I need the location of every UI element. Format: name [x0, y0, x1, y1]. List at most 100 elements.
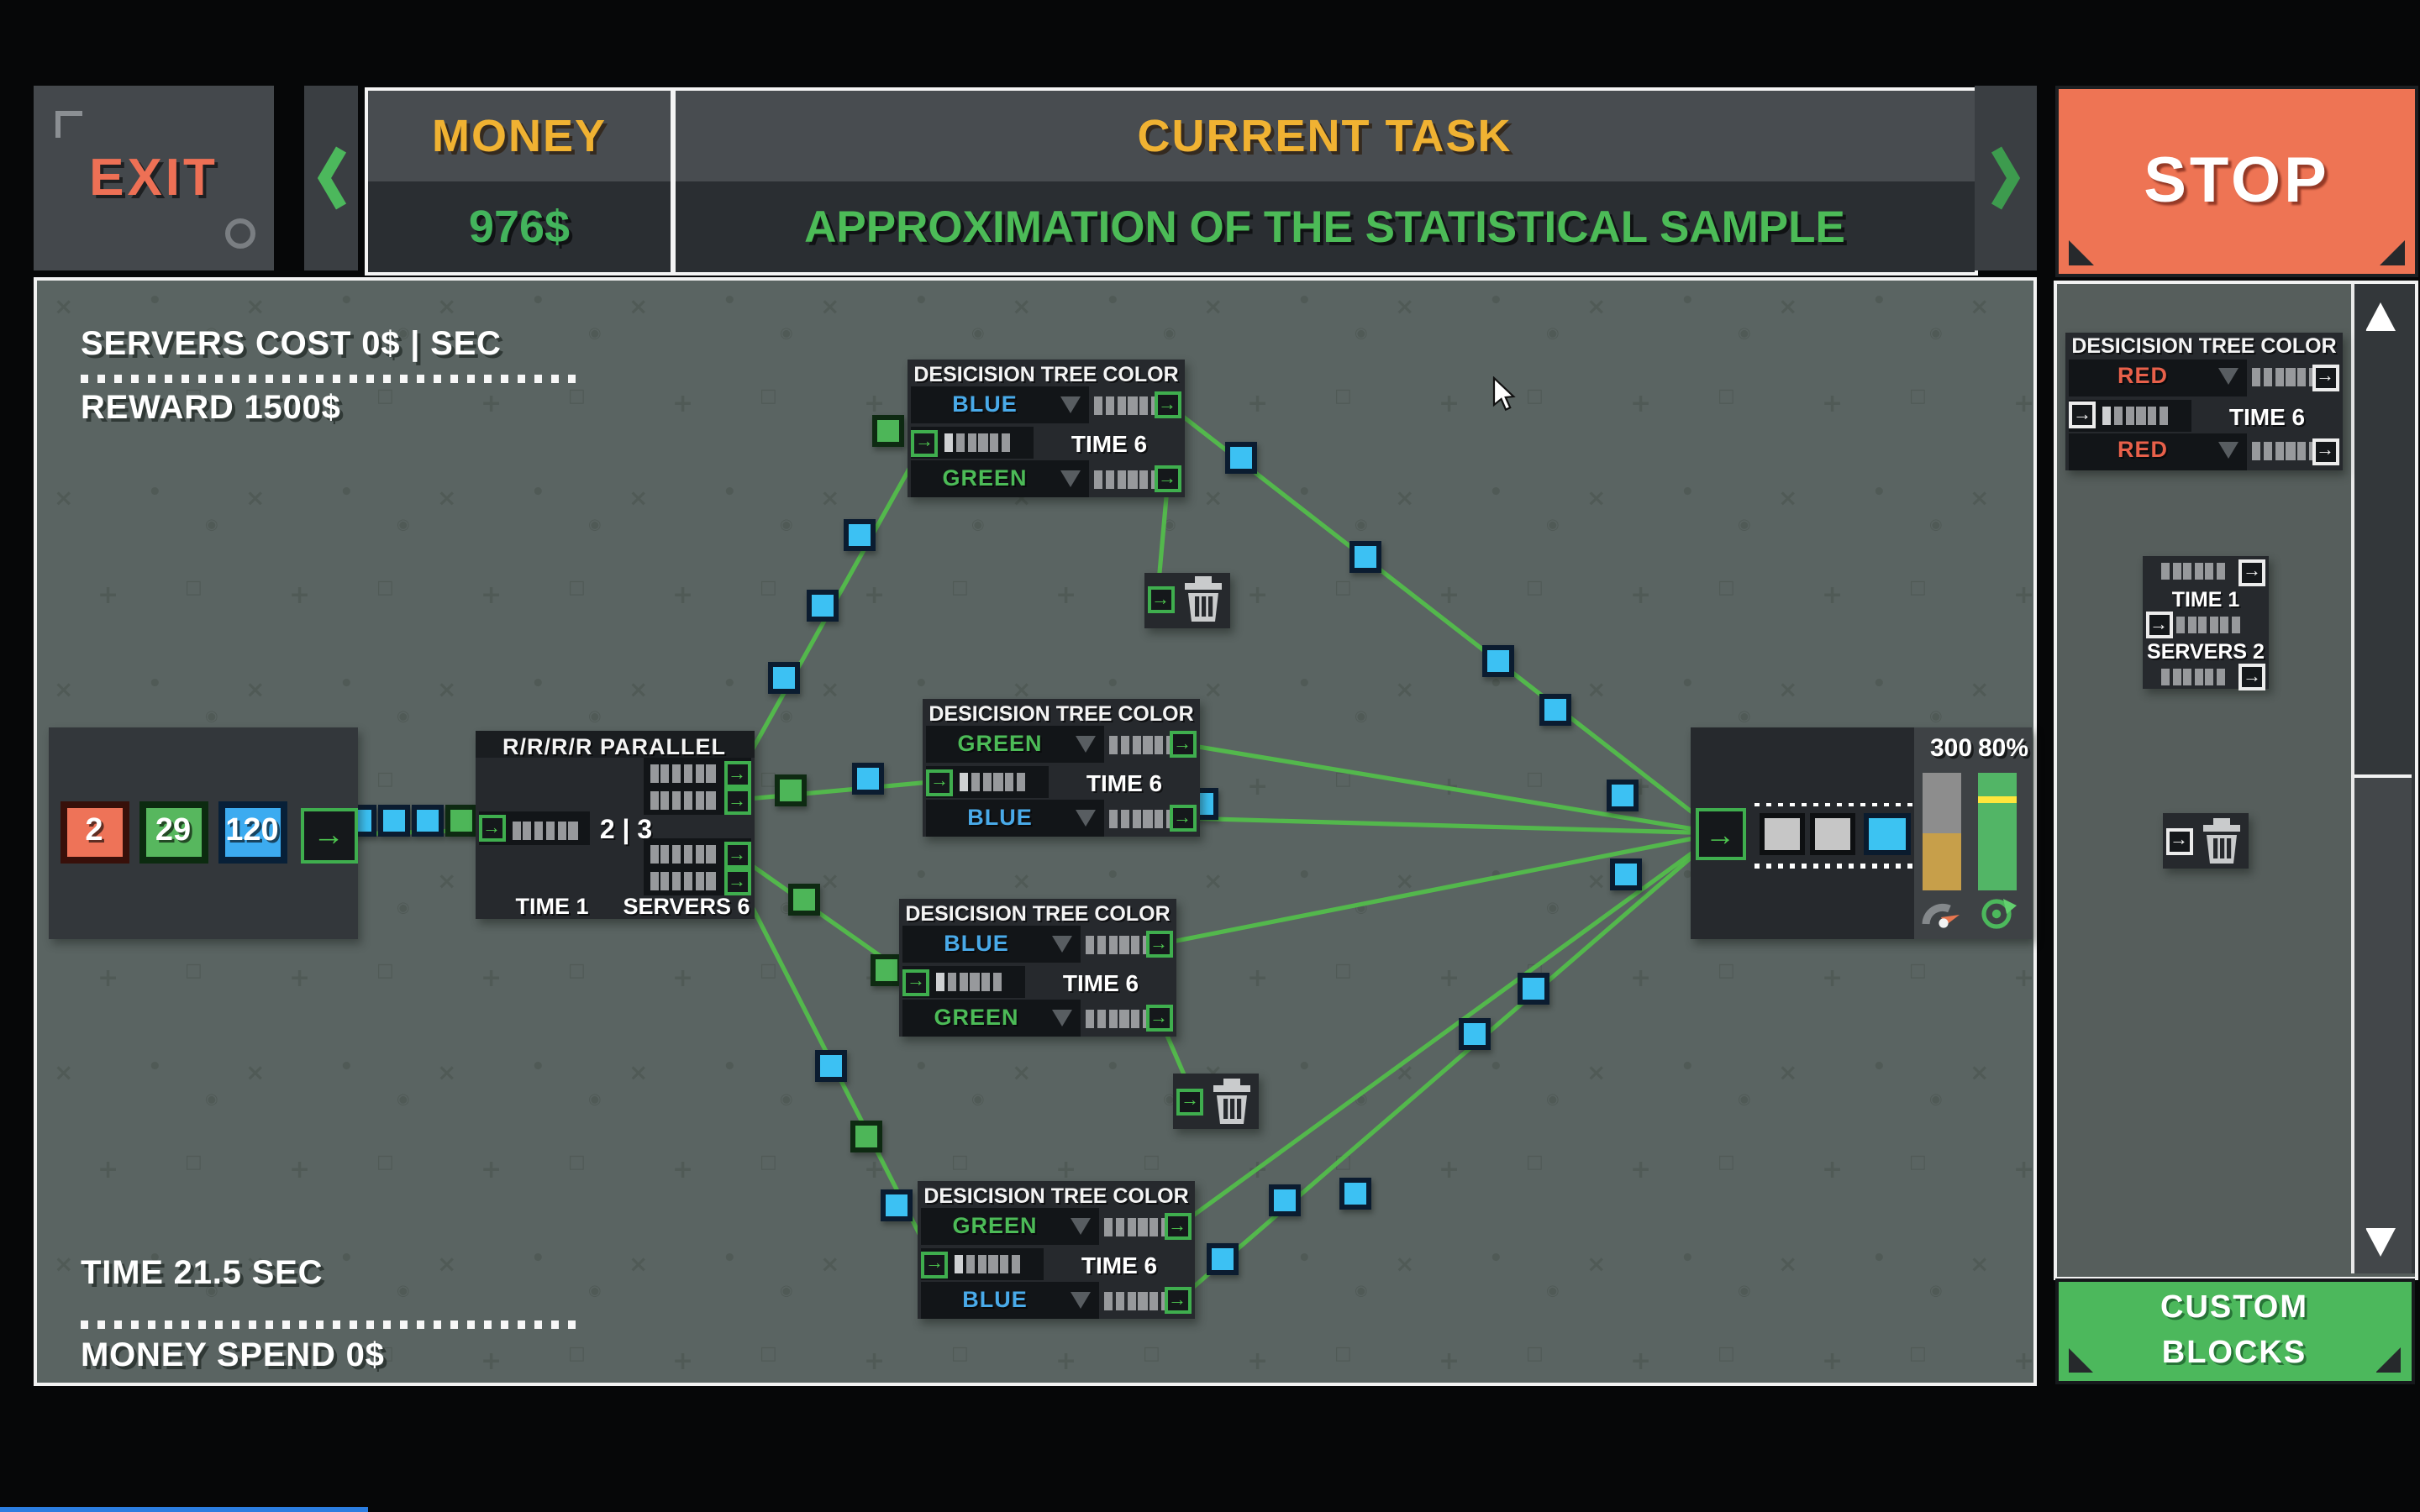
output-port-icon[interactable]: → [1145, 1005, 1172, 1032]
sidebar-decision-tree-node[interactable]: DESICISION TREE COLOR RED → → TIME 6 RED… [2065, 332, 2343, 470]
custom-blocks-button[interactable]: CUSTOM BLOCKS [2054, 1278, 2414, 1384]
trash-block[interactable]: → [1173, 1074, 1259, 1129]
exit-button[interactable]: EXIT [34, 86, 274, 270]
corner-triangle-icon [2068, 1347, 2093, 1373]
trash-block[interactable]: → [1144, 572, 1229, 627]
input-port-icon[interactable]: → [2069, 402, 2096, 428]
data-packet-blue [1339, 1177, 1370, 1209]
dropdown-triangle-icon[interactable] [1076, 735, 1096, 752]
dropdown-triangle-icon[interactable] [2218, 442, 2238, 459]
branch-label: BLUE [926, 804, 1074, 829]
progress-bar [2176, 617, 2240, 633]
output-port-icon[interactable]: → [1154, 465, 1181, 492]
scrollbar-thumb[interactable] [2354, 778, 2411, 1273]
input-port-icon[interactable]: → [911, 429, 938, 456]
data-packet-blue [1539, 693, 1570, 725]
progress-bar [512, 821, 577, 839]
dropdown-triangle-icon[interactable] [1060, 470, 1081, 486]
output-port-icon[interactable]: → [2312, 364, 2338, 391]
parallel-block[interactable]: R/R/R/R PARALLEL → 2 | 3 → → → → TIME 1 … [475, 731, 754, 919]
dropdown-triangle-icon[interactable] [2218, 368, 2238, 385]
chevron-left-icon [316, 144, 346, 212]
output-port-icon[interactable]: → [1164, 1213, 1191, 1240]
data-packet-blue [1268, 1184, 1300, 1215]
stop-button[interactable]: STOP [2055, 86, 2418, 277]
data-packet-green [870, 953, 902, 985]
time-text: TIME 21.5 SEC [81, 1255, 323, 1294]
collapse-left-button[interactable] [304, 86, 358, 270]
output-port-icon[interactable]: → [1154, 391, 1181, 418]
current-task-title: APPROXIMATION OF THE STATISTICAL SAMPLE [675, 181, 1975, 272]
output-port-icon[interactable]: → [723, 869, 750, 895]
output-port-icon[interactable]: → [723, 788, 750, 815]
output-port-icon[interactable]: → [2312, 438, 2338, 465]
input-port-icon[interactable]: → [1147, 586, 1174, 613]
output-port-icon[interactable]: → [300, 807, 357, 863]
time-label: TIME 1 [2143, 588, 2269, 612]
dropdown-triangle-icon[interactable] [1071, 1291, 1091, 1308]
progress-bar [2102, 406, 2168, 424]
progress-bar [1104, 1217, 1170, 1236]
progress-bar [2161, 563, 2225, 580]
input-badge-red: 2 [60, 801, 129, 863]
dropdown-triangle-icon[interactable] [1052, 1009, 1072, 1026]
progress-bar [650, 845, 715, 864]
dropdown-triangle-icon[interactable] [1060, 396, 1081, 412]
trash-icon [1182, 576, 1223, 623]
progress-bar [960, 773, 1025, 791]
data-packet-blue [411, 804, 443, 836]
input-port-icon[interactable]: → [926, 769, 953, 795]
decision-tree-node[interactable]: DESICISION TREE COLOR GREEN → → TIME 6 B… [918, 1181, 1195, 1319]
dropdown-triangle-icon[interactable] [1076, 809, 1096, 826]
decision-tree-node[interactable]: DESICISION TREE COLOR BLUE → → TIME 6 GR… [908, 360, 1185, 497]
progress-bar [944, 433, 1010, 452]
progress-bar [936, 973, 1002, 991]
data-packet-green [850, 1120, 881, 1152]
progress-bar [650, 872, 715, 890]
stop-label: STOP [2144, 145, 2330, 218]
output-port-icon[interactable]: → [1145, 931, 1172, 958]
output-port-icon[interactable]: → [1164, 1287, 1191, 1314]
input-port-icon[interactable]: → [2165, 827, 2192, 854]
output-port-icon[interactable]: → [1169, 731, 1196, 758]
input-port-icon[interactable]: → [1176, 1088, 1203, 1115]
input-port-icon[interactable]: → [902, 969, 929, 995]
progress-bar [2161, 669, 2225, 685]
data-packet-blue [377, 804, 409, 836]
accuracy-target-line [1977, 796, 2016, 803]
time-label: TIME 6 [2200, 402, 2334, 429]
output-port-icon[interactable]: → [2238, 559, 2265, 585]
node-title: DESICISION TREE COLOR [2065, 334, 2343, 358]
output-result-block[interactable]: → 300 80% [1691, 727, 2031, 939]
input-source-block[interactable]: 2 29 120 → [48, 727, 357, 939]
block-title: R/R/R/R PARALLEL [475, 733, 754, 759]
input-port-icon[interactable]: → [921, 1251, 948, 1278]
custom-blocks-label-1: CUSTOM [2160, 1287, 2308, 1331]
money-value: 976$ [368, 181, 671, 272]
queue-slot [1864, 813, 1910, 854]
input-port-icon[interactable]: → [2145, 612, 2172, 638]
node-title: DESICISION TREE COLOR [923, 701, 1200, 725]
decision-tree-node[interactable]: DESICISION TREE COLOR GREEN → → TIME 6 B… [923, 699, 1200, 837]
output-port-icon[interactable]: → [723, 761, 750, 788]
progress-bar [650, 764, 715, 783]
sidebar-trash-block[interactable]: → [2162, 813, 2248, 869]
output-port-icon[interactable]: → [2238, 664, 2265, 690]
speedometer-icon [1921, 900, 1961, 928]
branch-label: GREEN [921, 1212, 1069, 1237]
output-port-icon[interactable]: → [1169, 805, 1196, 832]
branch-label: RED [2069, 363, 2217, 388]
data-packet-blue [1517, 972, 1549, 1004]
branch-label: GREEN [911, 465, 1059, 490]
servers-cost-text: SERVERS COST 0$ | SEC [81, 326, 502, 365]
input-port-icon[interactable]: → [1695, 808, 1745, 860]
sidebar-server-block[interactable]: → TIME 1 → SERVERS 2 → [2143, 556, 2269, 689]
collapse-right-button[interactable] [1975, 86, 2037, 270]
decision-tree-node[interactable]: DESICISION TREE COLOR BLUE → → TIME 6 GR… [899, 899, 1176, 1037]
input-port-icon[interactable]: → [478, 815, 505, 842]
dropdown-triangle-icon[interactable] [1052, 935, 1072, 952]
dropdown-triangle-icon[interactable] [1071, 1217, 1091, 1234]
time-label: TIME 1 [485, 894, 619, 919]
progress-bar [650, 791, 715, 810]
output-port-icon[interactable]: → [723, 842, 750, 869]
